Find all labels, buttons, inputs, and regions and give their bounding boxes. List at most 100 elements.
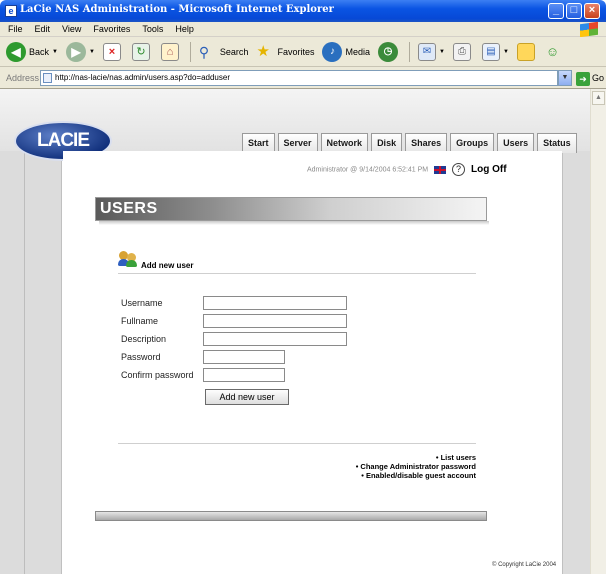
username-label: Username [121, 298, 163, 308]
mail-button[interactable]: ✉ ▼ [417, 42, 445, 61]
scroll-up-button[interactable]: ▲ [592, 91, 605, 105]
close-button[interactable]: × [584, 3, 600, 19]
address-dropdown-button[interactable]: ▼ [558, 70, 572, 86]
vertical-scrollbar[interactable]: ▲ [590, 89, 606, 574]
chevron-down-icon: ▼ [88, 48, 95, 55]
tab-shares[interactable]: Shares [405, 133, 448, 153]
footer-bar [95, 511, 487, 521]
home-button[interactable]: ⌂ [160, 42, 182, 61]
toolbar-separator [408, 41, 410, 62]
password-label: Password [121, 352, 161, 362]
admin-timestamp: Administrator @ 9/14/2004 6:52:41 PM [307, 166, 429, 174]
home-icon: ⌂ [160, 42, 179, 61]
go-arrow-icon: ➜ [576, 71, 590, 86]
print-icon: ⎙ [452, 42, 471, 61]
logoff-link[interactable]: Log Off [471, 164, 507, 175]
refresh-button[interactable]: ↻ [131, 42, 153, 61]
go-button[interactable]: ➜ Go [576, 70, 604, 86]
chevron-down-icon: ▼ [52, 48, 58, 55]
left-margin-line [24, 151, 25, 574]
help-icon[interactable]: ? [452, 163, 466, 176]
go-label: Go [592, 73, 605, 83]
tab-start[interactable]: Start [242, 133, 275, 153]
tab-status[interactable]: Status [537, 133, 577, 153]
minimize-button[interactable]: _ [548, 3, 564, 19]
password-input[interactable] [203, 350, 285, 364]
address-bar: Address http://nas-lacie/nas.admin/users… [0, 67, 606, 89]
toolbar-separator [189, 41, 191, 62]
menu-bar: File Edit View Favorites Tools Help [0, 22, 606, 37]
browser-toolbar: ◀ Back ▼ ▶ ▼ × ↻ ⌂ ⚲ Search ★ Favorites … [0, 37, 606, 67]
section-divider [118, 273, 476, 274]
forward-arrow-icon: ▶ [65, 41, 86, 62]
search-icon: ⚲ [198, 43, 210, 60]
description-input[interactable] [203, 332, 347, 346]
address-label: Address [6, 73, 40, 83]
print-button[interactable]: ⎙ [452, 42, 474, 61]
left-margin-column [0, 151, 62, 574]
mail-icon: ✉ [417, 42, 436, 61]
users-icon [118, 251, 138, 267]
search-label: Search [219, 46, 249, 57]
media-button[interactable]: ♪ Media [322, 41, 370, 62]
page-title: USERS [100, 200, 158, 217]
confirm-password-label: Confirm password [121, 370, 194, 380]
chevron-down-icon: ▼ [438, 48, 445, 55]
folder-icon [516, 42, 535, 61]
list-users-link[interactable]: • List users [263, 453, 476, 462]
menu-view[interactable]: View [62, 24, 81, 34]
edit-button[interactable]: ▤ ▼ [481, 42, 509, 61]
menu-file[interactable]: File [8, 24, 23, 34]
media-icon: ♪ [322, 41, 343, 62]
forward-button[interactable]: ▶ ▼ [65, 41, 95, 62]
maximize-button[interactable]: □ [566, 3, 582, 19]
title-bar: e LaCie NAS Administration - Microsoft I… [0, 0, 606, 22]
star-icon: ★ [256, 42, 270, 60]
change-admin-password-link[interactable]: • Change Administrator password [263, 462, 476, 471]
menu-edit[interactable]: Edit [35, 24, 51, 34]
section-title: Add new user [141, 261, 194, 270]
tab-disk[interactable]: Disk [371, 133, 403, 153]
messenger-button[interactable]: ☺ [546, 43, 567, 61]
fullname-input[interactable] [203, 314, 347, 328]
stop-button[interactable]: × [102, 42, 124, 61]
tab-groups[interactable]: Groups [450, 133, 495, 153]
user-links: • List users • Change Administrator pass… [263, 453, 476, 480]
stop-icon: × [102, 42, 121, 61]
address-input[interactable]: http://nas-lacie/nas.admin/users.asp?do=… [40, 70, 558, 86]
guest-account-link[interactable]: • Enabled/disable guest account [263, 471, 476, 480]
back-arrow-icon: ◀ [6, 41, 26, 62]
folder-button[interactable] [516, 42, 538, 61]
username-input[interactable] [203, 296, 347, 310]
session-status: Administrator @ 9/14/2004 6:52:41 PM ? L… [307, 163, 547, 179]
media-label: Media [345, 46, 370, 57]
menu-favorites[interactable]: Favorites [93, 24, 130, 34]
windows-logo-icon [580, 21, 598, 38]
right-margin-column [562, 151, 590, 574]
back-label: Back [29, 46, 50, 57]
copyright: © Copyright LaCie 2004 [492, 562, 557, 568]
search-button[interactable]: ⚲ Search [199, 43, 249, 61]
history-icon: ◷ [377, 41, 398, 62]
header-shadow [99, 221, 489, 225]
web-page: LACIE Start Server Network Disk Shares G… [0, 89, 590, 574]
window-title: LaCie NAS Administration - Microsoft Int… [20, 4, 334, 15]
uk-flag-icon[interactable] [434, 165, 447, 174]
confirm-password-input[interactable] [203, 368, 285, 382]
links-divider [118, 443, 476, 444]
add-user-button[interactable]: Add new user [205, 389, 289, 405]
description-label: Description [121, 334, 167, 344]
favorites-label: Favorites [277, 46, 315, 57]
tab-server[interactable]: Server [277, 133, 318, 153]
tab-network[interactable]: Network [320, 133, 369, 153]
nav-tabs: Start Server Network Disk Shares Groups … [242, 133, 580, 153]
tab-users[interactable]: Users [497, 133, 535, 153]
menu-help[interactable]: Help [175, 24, 194, 34]
favorites-button[interactable]: ★ Favorites [256, 43, 314, 61]
messenger-icon: ☺ [545, 43, 560, 59]
menu-tools[interactable]: Tools [142, 24, 163, 34]
edit-icon: ▤ [481, 42, 500, 61]
back-button[interactable]: ◀ Back ▼ [6, 41, 58, 62]
fullname-label: Fullname [121, 316, 159, 326]
history-button[interactable]: ◷ [377, 41, 401, 62]
